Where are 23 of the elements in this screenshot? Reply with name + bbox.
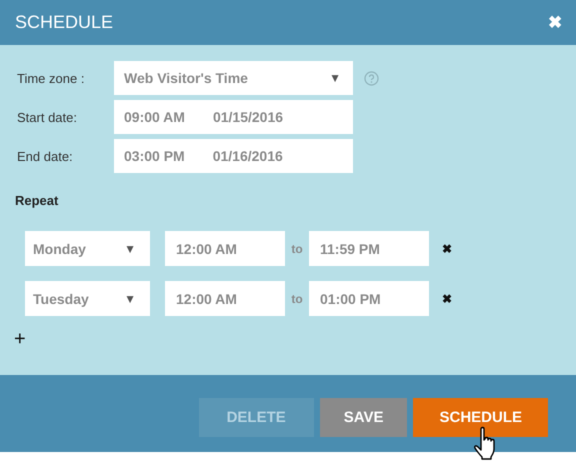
field-label: Time zone : [17,70,86,86]
field-label: Start date: [17,110,78,124]
start-time-field[interactable]: 12:00 AM [165,281,285,316]
to-label: to [290,292,304,306]
to-label: to [290,242,304,256]
field-label: End date: [17,148,74,164]
dialog-button[interactable]: SAVE [320,398,408,437]
dialog-button[interactable]: SCHEDULE [413,398,548,437]
section-label: Repeat [15,193,58,208]
timezone-dropdown[interactable]: Web Visitor's Time ▼ [114,61,353,95]
day-dropdown[interactable]: Monday ▼ [25,231,150,266]
start-time-field[interactable]: 12:00 AM [165,231,285,266]
dialog-title: SCHEDULE [15,12,114,33]
end-date-field[interactable]: 03:00 PM 01/16/2016 [114,139,353,173]
end-time-field[interactable]: 01:00 PM [309,281,429,316]
help-icon[interactable] [364,70,379,86]
remove-icon[interactable]: ✖ [442,242,452,256]
start-date-field[interactable]: 09:00 AM 01/15/2016 [114,100,353,134]
add-icon[interactable]: + [14,331,26,347]
remove-icon[interactable]: ✖ [442,292,452,306]
day-dropdown[interactable]: Tuesday ▼ [25,281,150,316]
close-icon[interactable]: ✖ [548,12,562,33]
end-time-field[interactable]: 11:59 PM [309,231,429,266]
